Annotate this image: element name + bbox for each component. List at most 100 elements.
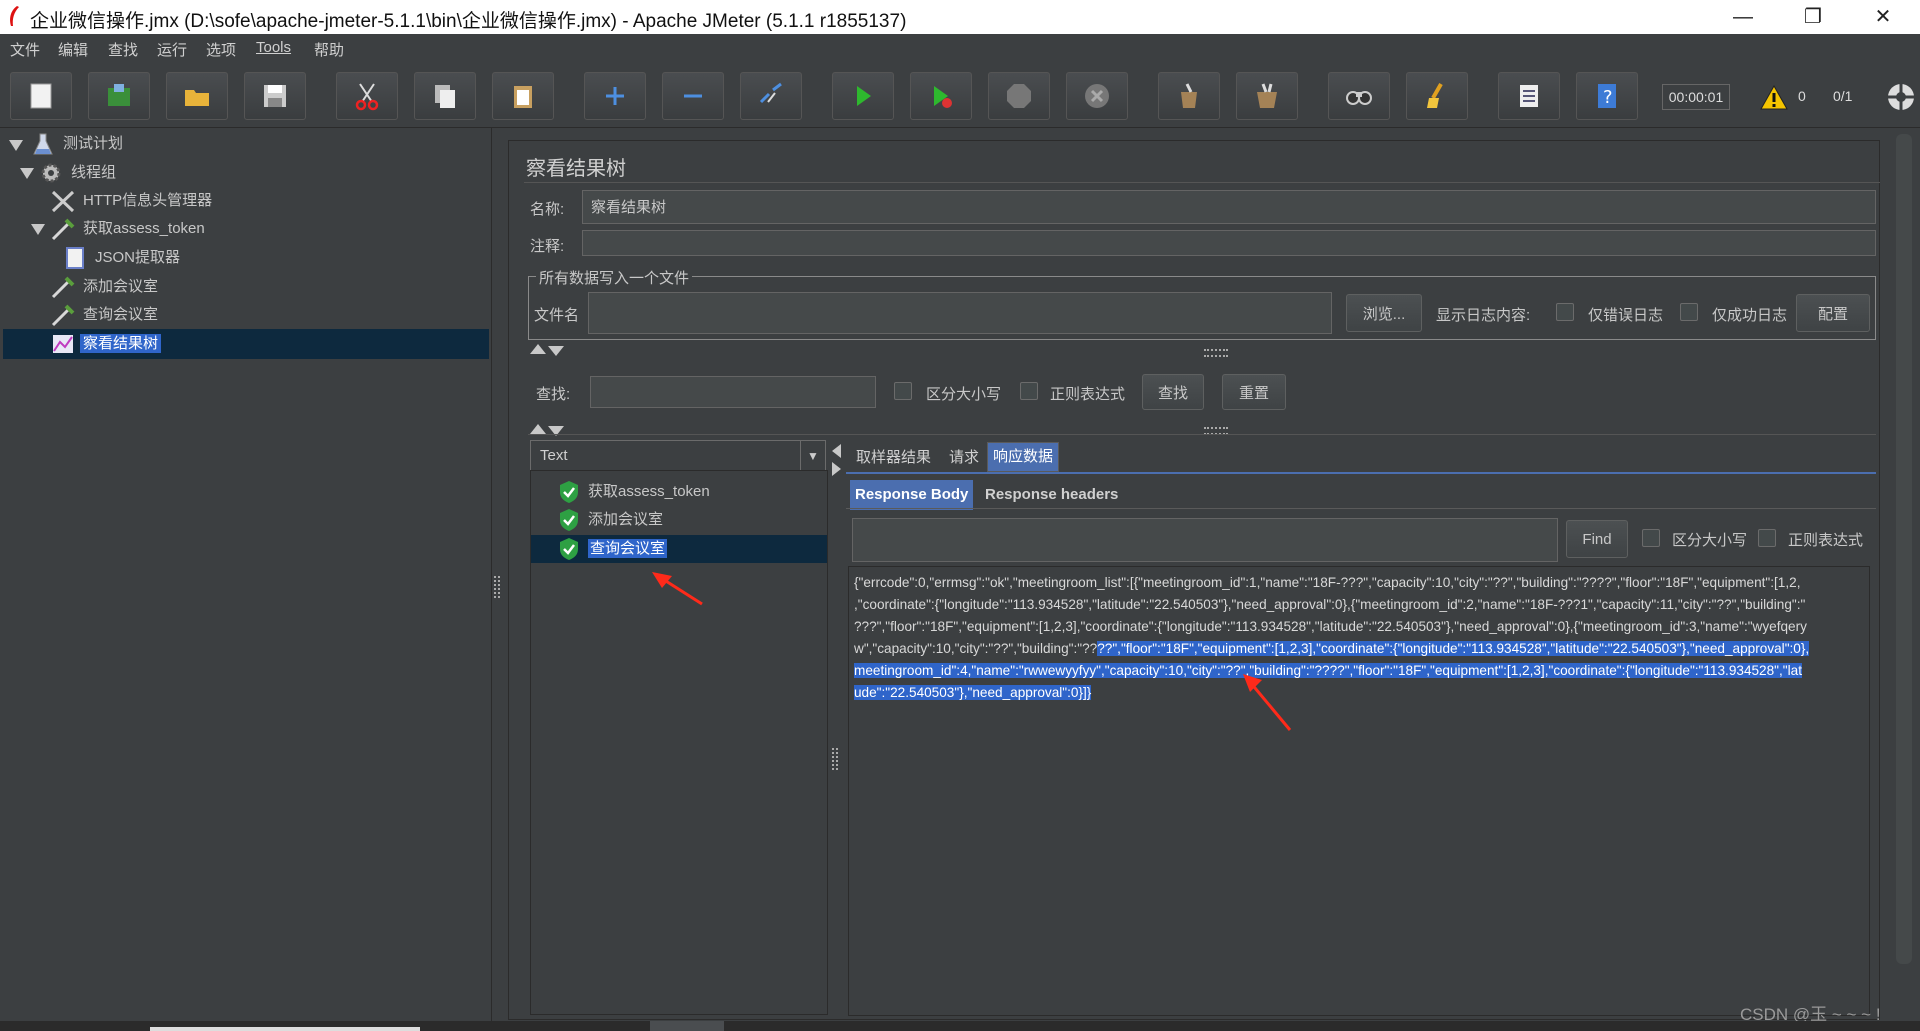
splitter-grip[interactable]	[1204, 349, 1228, 357]
save-icon[interactable]	[244, 72, 306, 120]
chevron-down-icon[interactable]: ▼	[800, 441, 825, 471]
stop-icon[interactable]	[988, 72, 1050, 120]
comment-field[interactable]	[582, 230, 1876, 256]
configure-button[interactable]: 配置	[1796, 294, 1870, 332]
warning-icon[interactable]	[1760, 84, 1788, 110]
expand-toggle-icon[interactable]	[31, 224, 45, 235]
tree-item-add-room[interactable]: 添加会议室	[50, 274, 161, 300]
search-icon[interactable]	[1328, 72, 1390, 120]
tree-item-test-plan[interactable]: 测试计划	[30, 131, 126, 157]
minimize-button[interactable]: —	[1713, 0, 1773, 34]
success-shield-icon	[560, 538, 578, 561]
vertical-splitter-handle[interactable]	[494, 576, 500, 598]
renderer-select[interactable]: Text ▼	[530, 440, 826, 472]
menu-options[interactable]: 选项	[206, 39, 236, 60]
errors-only-checkbox[interactable]	[1556, 303, 1574, 321]
case-sensitive-checkbox[interactable]	[894, 382, 912, 400]
tree-item-thread-group[interactable]: 线程组	[38, 160, 119, 186]
tab-sampler-result[interactable]: 取样器结果	[851, 444, 936, 472]
find-case-checkbox[interactable]	[1642, 529, 1660, 547]
open-icon[interactable]	[166, 72, 228, 120]
jmeter-feather-icon	[10, 6, 19, 26]
expand-right-icon[interactable]	[832, 462, 841, 476]
tree-item-query-room[interactable]: 查询会议室	[50, 302, 161, 328]
result-item[interactable]: 添加会议室	[558, 507, 663, 533]
tab-request[interactable]: 请求	[944, 444, 984, 472]
find-regex-label: 正则表达式	[1788, 532, 1864, 549]
help-icon[interactable]: ?	[1576, 72, 1638, 120]
tab-underline	[846, 472, 1876, 474]
warning-count: 0	[1798, 88, 1806, 104]
collapse-up-icon[interactable]	[530, 344, 546, 354]
menu-file[interactable]: 文件	[10, 39, 40, 60]
horizontal-scroll-thumb[interactable]	[650, 1021, 724, 1031]
browse-button[interactable]: 浏览...	[1346, 294, 1422, 332]
reset-button[interactable]: 重置	[1222, 374, 1286, 410]
vertical-scrollbar[interactable]	[1896, 134, 1912, 964]
find-input[interactable]	[852, 518, 1558, 562]
log-display-label: 显示日志内容:	[1436, 307, 1531, 324]
thread-count: 0/1	[1833, 88, 1853, 104]
tree-item-get-token[interactable]: 获取assess_token	[50, 216, 208, 242]
response-text-area[interactable]: {"errcode":0,"errmsg":"ok","meetingroom_…	[848, 566, 1868, 716]
maximize-button[interactable]: ❐	[1783, 0, 1843, 34]
splitter-grip[interactable]	[832, 748, 838, 770]
annotation-arrow-icon	[1243, 674, 1292, 731]
filename-input[interactable]	[588, 292, 1332, 334]
menu-tools[interactable]: Tools	[256, 39, 291, 56]
menu-search[interactable]: 查找	[108, 39, 138, 60]
collapse-icon[interactable]	[662, 72, 724, 120]
regex-checkbox[interactable]	[1020, 382, 1038, 400]
result-item[interactable]: 获取assess_token	[558, 479, 710, 505]
function-helper-icon[interactable]	[1498, 72, 1560, 120]
start-icon[interactable]	[832, 72, 894, 120]
response-line: ,"coordinate":{"longitude":"113.934528",…	[854, 597, 1806, 612]
file-group-title: 所有数据写入一个文件	[536, 267, 693, 288]
find-button[interactable]: Find	[1566, 520, 1628, 558]
subtab-divider	[846, 508, 1876, 509]
cut-icon[interactable]	[336, 72, 398, 120]
document-icon	[66, 247, 84, 270]
new-icon[interactable]	[10, 72, 72, 120]
tab-response-body[interactable]: Response Body	[850, 480, 974, 510]
expand-icon[interactable]	[584, 72, 646, 120]
expand-toggle-icon[interactable]	[9, 140, 23, 151]
tree-item-view-results[interactable]: 察看结果树	[50, 331, 162, 357]
collapse-up-icon[interactable]	[530, 424, 546, 434]
tree-item-http-header-manager[interactable]: HTTP信息头管理器	[50, 188, 215, 214]
success-only-checkbox[interactable]	[1680, 303, 1698, 321]
templates-icon[interactable]	[88, 72, 150, 120]
reset-search-icon[interactable]	[1406, 72, 1468, 120]
close-button[interactable]: ✕	[1853, 0, 1913, 34]
flask-icon	[33, 133, 53, 155]
tree-item-json-extractor[interactable]: JSON提取器	[62, 245, 183, 271]
elapsed-timer: 00:00:01	[1662, 84, 1730, 110]
find-regex-checkbox[interactable]	[1758, 529, 1776, 547]
collapse-left-icon[interactable]	[832, 444, 841, 458]
tab-response-data[interactable]: 响应数据	[987, 442, 1060, 472]
menu-help[interactable]: 帮助	[314, 39, 344, 60]
shutdown-icon[interactable]	[1066, 72, 1128, 120]
search-label: 查找:	[536, 386, 571, 403]
annotation-arrow-icon	[652, 572, 703, 606]
copy-icon[interactable]	[414, 72, 476, 120]
clear-all-icon[interactable]	[1236, 72, 1298, 120]
menu-edit[interactable]: 编辑	[58, 39, 88, 60]
result-item-selected[interactable]: 查询会议室	[558, 536, 668, 562]
expand-toggle-icon[interactable]	[20, 168, 34, 179]
search-input[interactable]	[590, 376, 876, 408]
title-divider	[524, 182, 1880, 183]
clear-icon[interactable]	[1158, 72, 1220, 120]
tools-icon	[51, 190, 75, 213]
name-field[interactable]: 察看结果树	[582, 190, 1876, 224]
toggle-icon[interactable]	[740, 72, 802, 120]
menu-run[interactable]: 运行	[157, 39, 187, 60]
sampler-icon	[51, 304, 75, 327]
search-button[interactable]: 查找	[1142, 374, 1204, 410]
tab-response-headers[interactable]: Response headers	[980, 481, 1123, 509]
paste-icon[interactable]	[492, 72, 554, 120]
start-no-pause-icon[interactable]	[910, 72, 972, 120]
result-splitter[interactable]	[830, 440, 841, 1020]
expand-down-icon[interactable]	[548, 346, 564, 356]
filename-label: 文件名	[534, 307, 580, 324]
